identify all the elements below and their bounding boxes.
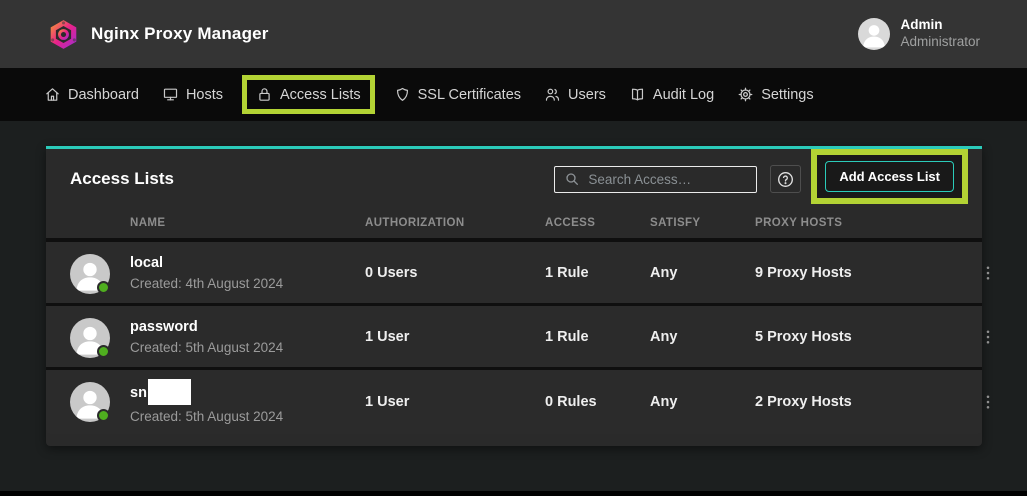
access-list-name: sn xyxy=(130,381,283,407)
page-title: Access Lists xyxy=(70,169,554,189)
nav-item-access-lists[interactable]: Access Lists xyxy=(256,86,361,103)
column-header-proxy-hosts: PROXY HOSTS xyxy=(755,217,842,229)
nav-label: Settings xyxy=(761,87,813,103)
proxy-hosts-cell: 2 Proxy Hosts xyxy=(755,394,852,410)
created-date: Created: 5th August 2024 xyxy=(130,338,283,358)
book-icon xyxy=(629,86,646,103)
satisfy-cell: Any xyxy=(650,265,677,281)
proxy-hosts-cell: 9 Proxy Hosts xyxy=(755,265,852,281)
question-circle-icon xyxy=(776,170,795,189)
table-header: NAME AUTHORIZATION ACCESS SATISFY PROXY … xyxy=(46,209,982,242)
nav-item-ssl-certificates[interactable]: SSL Certificates xyxy=(394,86,521,103)
user-name: Admin xyxy=(900,17,980,34)
nav-item-audit-log[interactable]: Audit Log xyxy=(629,86,714,103)
annotation-highlight-nav: Access Lists xyxy=(242,75,375,114)
access-cell: 0 Rules xyxy=(545,394,597,410)
nav-item-users[interactable]: Users xyxy=(544,86,606,103)
status-online-dot xyxy=(97,345,110,358)
satisfy-cell: Any xyxy=(650,394,677,410)
app-title: Nginx Proxy Manager xyxy=(91,24,269,44)
access-cell: 1 Rule xyxy=(545,329,589,345)
row-menu-button[interactable] xyxy=(976,387,1000,417)
created-date: Created: 5th August 2024 xyxy=(130,407,283,427)
nav-label: Dashboard xyxy=(68,87,139,103)
lock-icon xyxy=(256,86,273,103)
nav-item-hosts[interactable]: Hosts xyxy=(162,86,223,103)
nav-label: Access Lists xyxy=(280,87,361,103)
row-menu-button[interactable] xyxy=(976,258,1000,288)
monitor-icon xyxy=(162,86,179,103)
authorization-cell: 0 Users xyxy=(365,265,417,281)
user-avatar xyxy=(858,18,890,50)
home-icon xyxy=(44,86,61,103)
satisfy-cell: Any xyxy=(650,329,677,345)
table-row[interactable]: password Created: 5th August 2024 1 User… xyxy=(46,306,982,370)
column-header-satisfy: SATISFY xyxy=(650,217,701,229)
redaction-box xyxy=(148,379,191,405)
column-header-authorization: AUTHORIZATION xyxy=(365,217,465,229)
app-logo-icon xyxy=(48,19,79,50)
shield-icon xyxy=(394,86,411,103)
status-online-dot xyxy=(97,409,110,422)
status-online-dot xyxy=(97,281,110,294)
kebab-menu-icon xyxy=(979,264,997,282)
users-icon xyxy=(544,86,561,103)
nav-label: Hosts xyxy=(186,87,223,103)
column-header-access: ACCESS xyxy=(545,217,595,229)
access-list-name: password xyxy=(130,317,283,338)
search-input[interactable] xyxy=(588,172,747,187)
app-header: Nginx Proxy Manager Admin Administrator xyxy=(0,0,1027,68)
kebab-menu-icon xyxy=(979,393,997,411)
main-nav: Dashboard Hosts Access Lists SSL Certifi… xyxy=(0,68,1027,121)
nav-label: Audit Log xyxy=(653,87,714,103)
kebab-menu-icon xyxy=(979,328,997,346)
authorization-cell: 1 User xyxy=(365,394,409,410)
annotation-highlight-button: Add Access List xyxy=(811,149,968,204)
nav-item-dashboard[interactable]: Dashboard xyxy=(44,86,139,103)
nav-label: Users xyxy=(568,87,606,103)
panel-header: Access Lists Add Access List xyxy=(46,149,982,209)
search-icon xyxy=(564,171,580,187)
access-cell: 1 Rule xyxy=(545,265,589,281)
help-button[interactable] xyxy=(770,165,801,193)
user-role: Administrator xyxy=(900,34,980,51)
table-row[interactable]: local Created: 4th August 2024 0 Users 1… xyxy=(46,242,982,306)
nav-item-settings[interactable]: Settings xyxy=(737,86,813,103)
gear-icon xyxy=(737,86,754,103)
nav-label: SSL Certificates xyxy=(418,87,521,103)
table-row[interactable]: sn Created: 5th August 2024 1 User 0 Rul… xyxy=(46,370,982,434)
created-date: Created: 4th August 2024 xyxy=(130,274,283,294)
search-box xyxy=(554,166,757,193)
access-lists-panel: Access Lists Add Access List NAME AUTHOR… xyxy=(46,146,982,446)
row-menu-button[interactable] xyxy=(976,322,1000,352)
add-access-list-button[interactable]: Add Access List xyxy=(825,161,954,192)
proxy-hosts-cell: 5 Proxy Hosts xyxy=(755,329,852,345)
bottom-edge-strip xyxy=(0,491,1027,496)
user-menu[interactable]: Admin Administrator xyxy=(858,17,980,51)
authorization-cell: 1 User xyxy=(365,329,409,345)
column-header-name: NAME xyxy=(130,217,165,229)
access-list-name: local xyxy=(130,253,283,274)
